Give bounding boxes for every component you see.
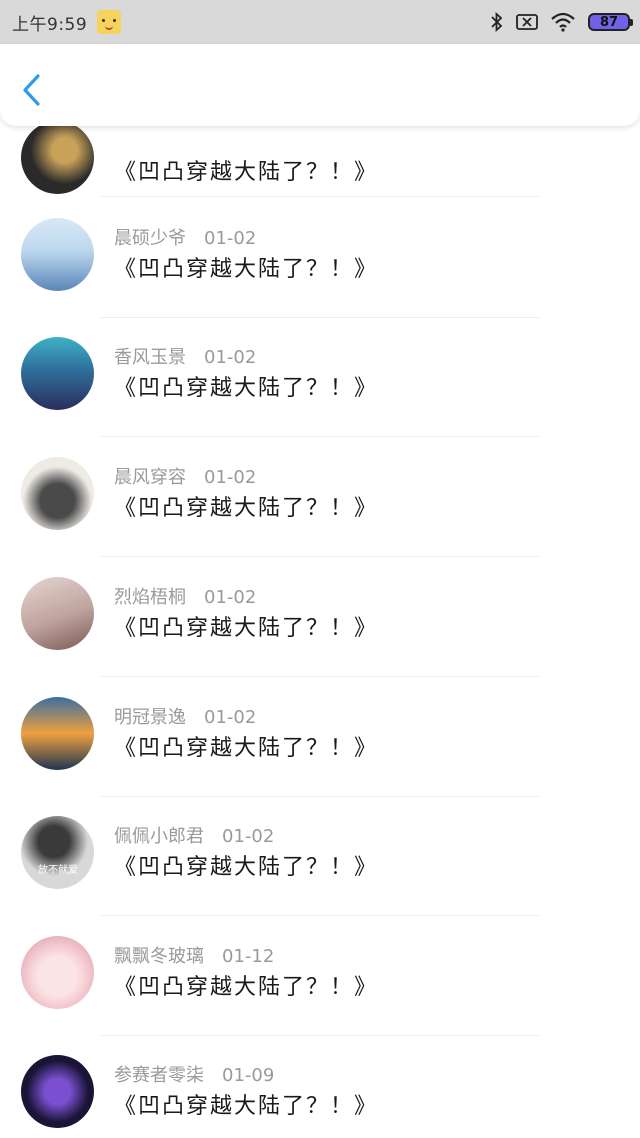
list-item[interactable]: 晨风穿容 01-02 《凹凸穿越大陆了？！》: [0, 437, 640, 557]
comment-date: 01-02: [204, 587, 257, 608]
comment-meta: 飘飘冬玻璃 01-12: [114, 942, 274, 968]
username[interactable]: 晨硕少爷: [114, 228, 186, 249]
bluetooth-icon: [490, 12, 504, 32]
comment-meta: 香风玉景 01-02: [114, 343, 256, 369]
comment-date: 01-09: [222, 1065, 275, 1086]
comment-date: 01-12: [222, 946, 275, 967]
list-item[interactable]: 晨硕少爷 01-02 《凹凸穿越大陆了？！》: [0, 198, 640, 318]
comment-date: 01-02: [204, 228, 257, 249]
status-bar: 上午9:59 87: [0, 0, 640, 44]
username[interactable]: 佩佩小郎君: [114, 826, 204, 847]
username[interactable]: 香风玉景: [114, 347, 186, 368]
list-item[interactable]: 参赛者零柒 01-09 《凹凸穿越大陆了？！》: [0, 1035, 640, 1138]
comment-date: 01-02: [204, 707, 257, 728]
avatar[interactable]: [21, 1055, 94, 1128]
comment-date: 01-02: [222, 826, 275, 847]
username[interactable]: 飘飘冬玻璃: [114, 946, 204, 967]
comment-text: 《凹凸穿越大陆了？！》: [114, 160, 379, 185]
comment-list: 《凹凸穿越大陆了？！》 晨硕少爷 01-02 《凹凸穿越大陆了？！》 香风玉景 01…: [0, 0, 640, 1138]
comment-date: 01-02: [204, 467, 257, 488]
notification-emoji-icon: [97, 10, 122, 34]
comment-text: 《凹凸穿越大陆了？！》: [114, 376, 379, 401]
comment-meta: 烈焰梧桐 01-02: [114, 583, 256, 609]
comment-text: 《凹凸穿越大陆了？！》: [114, 1094, 379, 1119]
comment-text: 《凹凸穿越大陆了？！》: [114, 736, 379, 761]
list-item[interactable]: 飘飘冬玻璃 01-12 《凹凸穿越大陆了？！》: [0, 916, 640, 1036]
no-sim-icon: [516, 13, 538, 31]
back-button[interactable]: [18, 70, 48, 110]
status-time: 上午9:59: [12, 14, 88, 35]
avatar[interactable]: 放不就爱: [21, 816, 94, 889]
list-item[interactable]: 香风玉景 01-02 《凹凸穿越大陆了？！》: [0, 317, 640, 437]
comment-text: 《凹凸穿越大陆了？！》: [114, 975, 379, 1000]
wifi-icon: [550, 12, 576, 32]
comment-text: 《凹凸穿越大陆了？！》: [114, 616, 379, 641]
chevron-left-icon: [23, 74, 40, 106]
username[interactable]: 烈焰梧桐: [114, 587, 186, 608]
comment-meta: 晨风穿容 01-02: [114, 463, 256, 489]
avatar[interactable]: [21, 121, 94, 194]
navigation-bar: [0, 44, 640, 126]
list-item[interactable]: 烈焰梧桐 01-02 《凹凸穿越大陆了？！》: [0, 557, 640, 677]
comment-meta: 佩佩小郎君 01-02: [114, 822, 274, 848]
status-icons: 87: [490, 12, 633, 32]
comment-meta: 明冠景逸 01-02: [114, 703, 256, 729]
avatar[interactable]: [21, 457, 94, 530]
comment-text: 《凹凸穿越大陆了？！》: [114, 257, 379, 282]
username[interactable]: 参赛者零柒: [114, 1065, 204, 1086]
avatar[interactable]: [21, 577, 94, 650]
avatar[interactable]: [21, 697, 94, 770]
username[interactable]: 明冠景逸: [114, 707, 186, 728]
avatar[interactable]: [21, 936, 94, 1009]
username[interactable]: 晨风穿容: [114, 467, 186, 488]
comment-date: 01-02: [204, 347, 257, 368]
list-item[interactable]: 明冠景逸 01-02 《凹凸穿越大陆了？！》: [0, 677, 640, 797]
battery-icon: 87: [588, 13, 633, 31]
divider: [100, 196, 540, 197]
comment-meta: 晨硕少爷 01-02: [114, 224, 256, 250]
avatar[interactable]: [21, 337, 94, 410]
avatar-caption: 放不就爱: [38, 865, 78, 876]
avatar[interactable]: [21, 218, 94, 291]
comment-meta: 参赛者零柒 01-09: [114, 1061, 274, 1087]
comment-text: 《凹凸穿越大陆了？！》: [114, 855, 379, 880]
list-item[interactable]: 放不就爱 佩佩小郎君 01-02 《凹凸穿越大陆了？！》: [0, 796, 640, 916]
comment-text: 《凹凸穿越大陆了？！》: [114, 496, 379, 521]
